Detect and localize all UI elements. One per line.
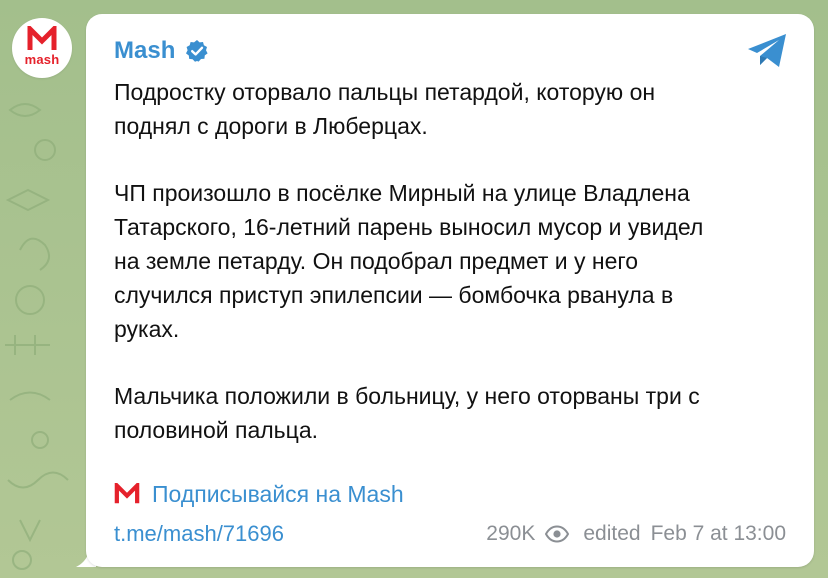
text-line: Мальчика положили в больницу, у него ото… <box>114 383 700 409</box>
channel-name[interactable]: Mash <box>114 37 175 65</box>
timestamp: Feb 7 at 13:00 <box>650 522 786 545</box>
post-link[interactable]: t.me/mash/71696 <box>114 519 284 549</box>
edited-label: edited <box>583 522 641 545</box>
text-line: ЧП произошло в посёлке Мирный на улице В… <box>114 180 690 206</box>
message-bubble: Mash Подростку оторвало пальцы петардой,… <box>86 14 814 567</box>
subscribe-link[interactable]: Подписывайся на Mash <box>152 481 404 508</box>
mash-logo-icon <box>114 483 140 504</box>
eye-icon <box>545 525 570 543</box>
text-line: на земле петарду. Он подобрал предмет и … <box>114 248 639 274</box>
text-line: руках. <box>114 316 180 342</box>
paragraph-1: Подростку оторвало пальцы петардой, кото… <box>114 75 794 143</box>
paragraph-3: Мальчика положили в больницу, у него ото… <box>114 379 794 447</box>
avatar-label: mash <box>24 52 60 67</box>
mash-logo-icon <box>27 26 57 50</box>
subscribe-row[interactable]: Подписывайся на Mash <box>114 477 404 511</box>
channel-avatar[interactable]: mash <box>12 18 72 78</box>
paragraph-2: ЧП произошло в посёлке Мирный на улице В… <box>114 176 794 346</box>
view-count: 290K <box>486 522 536 545</box>
channel-header: Mash <box>114 36 209 66</box>
text-line: поднял с дороги в Люберцах. <box>114 113 428 139</box>
text-line: случился приступ эпилепсии — бомбочка рв… <box>114 282 674 308</box>
text-line: Подростку оторвало пальцы петардой, кото… <box>114 79 656 105</box>
message-text: Подростку оторвало пальцы петардой, кото… <box>114 75 794 447</box>
telegram-share-icon[interactable] <box>746 32 790 70</box>
text-line: половиной пальца. <box>114 417 319 443</box>
verified-badge-icon <box>186 40 208 62</box>
text-line: Татарского, 16-летний парень выносил мус… <box>114 214 704 240</box>
message-meta: 290K edited Feb 7 at 13:00 <box>486 519 786 549</box>
